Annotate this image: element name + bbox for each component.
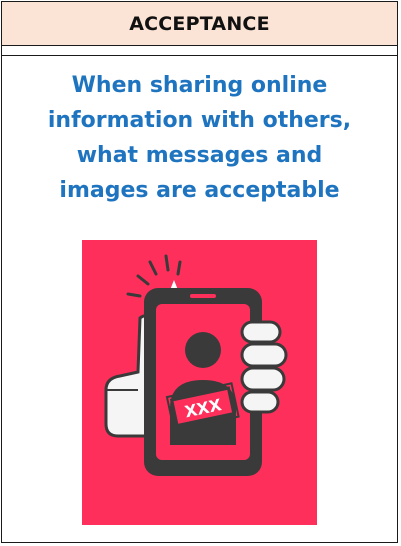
card-title: ACCEPTANCE — [129, 12, 270, 35]
person-head-icon — [185, 332, 221, 368]
question-line: images are acceptable — [59, 178, 340, 203]
question-line: When sharing online — [71, 73, 328, 98]
question-line: what messages and — [76, 143, 323, 168]
question-line: information with others, — [47, 108, 352, 133]
smartphone-hand-explicit-photo-icon: XXX — [82, 240, 317, 525]
question-text: When sharing online information with oth… — [12, 68, 387, 208]
card-header: ACCEPTANCE — [2, 2, 397, 46]
header-divider — [2, 46, 397, 56]
